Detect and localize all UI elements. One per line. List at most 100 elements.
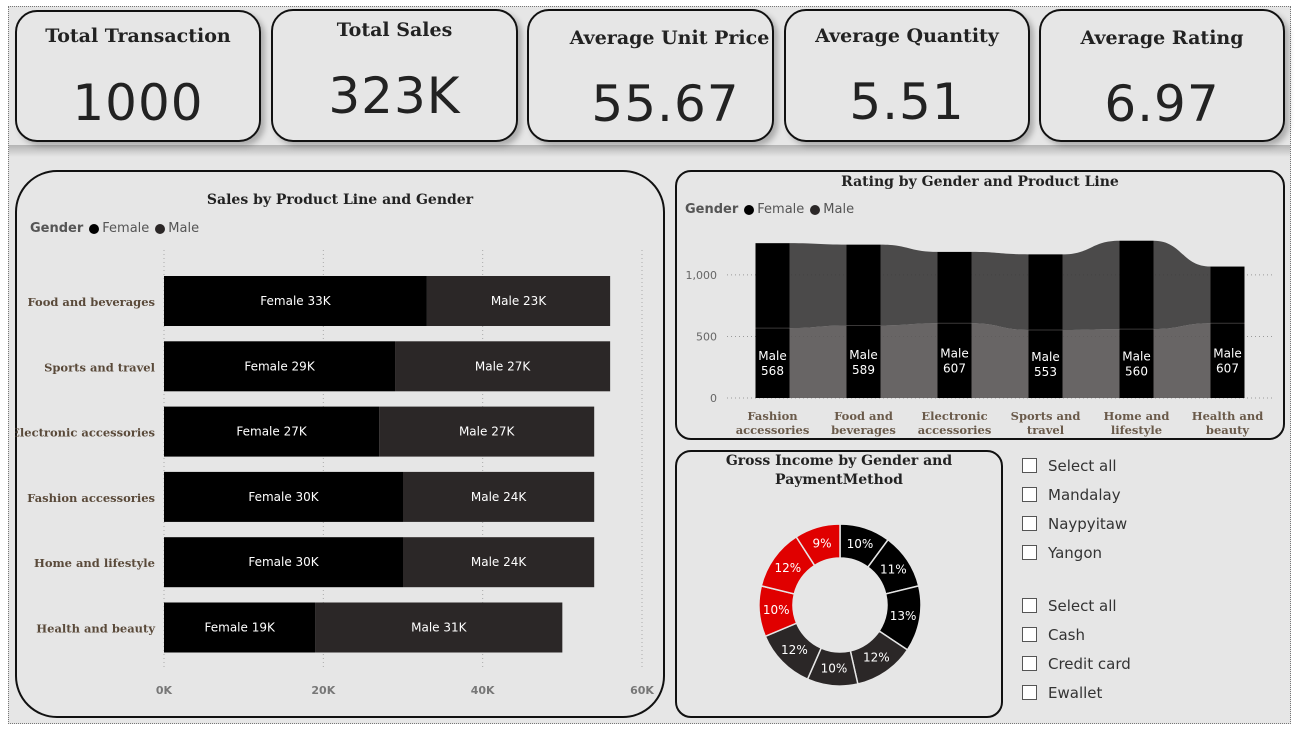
kpi-card-total-transaction: Total Transaction 1000 (15, 10, 261, 142)
slicer-item-select-all[interactable]: Select all (1022, 591, 1131, 620)
column-data-label: 560 (1125, 365, 1148, 379)
slice-data-label: 12% (775, 561, 802, 575)
bar-data-label: Male 27K (475, 359, 532, 373)
checkbox[interactable] (1022, 627, 1037, 642)
slicer-item-cash[interactable]: Cash (1022, 620, 1131, 649)
ribbon-male (880, 323, 938, 398)
bar-data-label: Male 24K (471, 490, 528, 504)
city-slicer: Select all Mandalay Naypyitaw Yangon (1022, 451, 1127, 567)
bar-data-label: Female 27K (236, 425, 307, 439)
category-label: Food and (834, 409, 893, 423)
gross-income-donut-chart: 10% 11% 13% 12% 10% 12% 10% 12% 9% (758, 523, 922, 687)
x-tick-label: 0K (156, 684, 173, 697)
payment-slicer: Select all Cash Credit card Ewallet (1022, 591, 1131, 707)
x-tick-label: 60K (630, 684, 654, 697)
slice-data-label: 12% (863, 651, 890, 665)
category-label: Fashion (747, 409, 798, 423)
rating-ribbon-chart: 05001,000Male568FashionaccessoriesMale58… (686, 240, 1273, 437)
slicer-item-ewallet[interactable]: Ewallet (1022, 678, 1131, 707)
bar-data-label: Male 23K (491, 294, 548, 308)
slice-data-label: 10% (821, 662, 848, 676)
ribbon-female (971, 251, 1029, 330)
slicer-item-select-all[interactable]: Select all (1022, 451, 1127, 480)
slicer-label: Mandalay (1048, 485, 1121, 504)
category-label: Electronic (921, 409, 987, 423)
column-female (846, 244, 881, 326)
kpi-title: Average Rating (1080, 27, 1244, 49)
kpi-card-total-sales: Total Sales 323K (271, 9, 518, 142)
slicer-item-mandalay[interactable]: Mandalay (1022, 480, 1127, 509)
category-label: Health and beauty (36, 622, 155, 636)
checkbox[interactable] (1022, 545, 1037, 560)
kpi-title: Total Transaction (45, 25, 231, 47)
slice-data-label: 10% (763, 603, 790, 617)
column-female (1028, 254, 1063, 330)
y-tick-label: 0 (710, 392, 717, 405)
bar-data-label: Female 30K (248, 555, 319, 569)
column-data-label: 607 (943, 362, 966, 376)
checkbox[interactable] (1022, 458, 1037, 473)
kpi-title: Total Sales (336, 19, 453, 41)
bar-data-label: Male 31K (411, 621, 468, 635)
ribbon-female (880, 244, 938, 326)
category-label: lifestyle (1111, 423, 1162, 437)
ribbon-male (971, 323, 1029, 398)
y-tick-label: 1,000 (686, 269, 718, 282)
slicer-label: Select all (1048, 596, 1117, 615)
kpi-card-average-rating: Average Rating 6.97 (1039, 9, 1285, 142)
bar-data-label: Female 33K (260, 294, 331, 308)
kpi-card-average-quantity: Average Quantity 5.51 (784, 9, 1030, 142)
slicer-label: Credit card (1048, 654, 1131, 673)
slice-data-label: 11% (880, 563, 907, 577)
x-tick-label: 20K (311, 684, 335, 697)
column-data-label: 589 (852, 363, 875, 377)
slicer-item-yangon[interactable]: Yangon (1022, 538, 1127, 567)
kpi-title: Average Unit Price (569, 27, 770, 49)
checkbox[interactable] (1022, 656, 1037, 671)
column-data-label: 568 (761, 364, 784, 378)
column-data-label: Male (1031, 350, 1059, 364)
column-female (1210, 266, 1245, 324)
ribbon-female (789, 243, 847, 329)
kpi-value: 6.97 (1104, 75, 1220, 133)
bar-data-label: Female 30K (248, 490, 319, 504)
kpi-value: 1000 (72, 74, 204, 132)
checkbox[interactable] (1022, 516, 1037, 531)
column-data-label: Male (1213, 347, 1241, 361)
category-label: Sports and (1011, 409, 1081, 423)
slice-data-label: 10% (847, 537, 874, 551)
y-tick-label: 500 (696, 330, 717, 343)
column-female (1119, 240, 1154, 330)
slicer-label: Yangon (1048, 543, 1103, 562)
slicer-label: Naypyitaw (1048, 514, 1128, 533)
column-data-label: Male (1122, 350, 1150, 364)
ribbon-male (789, 325, 847, 398)
column-data-label: 553 (1034, 365, 1057, 379)
ribbon-female (1153, 240, 1211, 330)
category-label: travel (1027, 423, 1065, 437)
category-label: Electronic accessories (15, 426, 155, 440)
category-label: beverages (831, 423, 896, 437)
bar-data-label: Female 19K (205, 621, 276, 635)
kpi-value: 55.67 (591, 75, 740, 133)
column-data-label: Male (940, 347, 968, 361)
x-tick-label: 40K (471, 684, 495, 697)
checkbox[interactable] (1022, 598, 1037, 613)
category-label: Home and lifestyle (34, 556, 155, 570)
category-label: accessories (918, 423, 992, 437)
kpi-title: Average Quantity (815, 25, 999, 47)
kpi-strip-shadow (9, 145, 1290, 157)
slicer-item-credit-card[interactable]: Credit card (1022, 649, 1131, 678)
column-data-label: Male (758, 349, 786, 363)
bar-data-label: Male 27K (459, 425, 516, 439)
kpi-value: 323K (328, 67, 461, 125)
slicer-item-naypyitaw[interactable]: Naypyitaw (1022, 509, 1127, 538)
category-label: Food and beverages (28, 295, 155, 309)
category-label: Health and (1192, 409, 1264, 423)
slicer-label: Select all (1048, 456, 1117, 475)
slice-data-label: 12% (781, 643, 808, 657)
column-female (755, 243, 790, 329)
checkbox[interactable] (1022, 685, 1037, 700)
sales-bar-chart: 0K 20K 40K 60K Food and beverages Female 33K M… (15, 250, 654, 697)
checkbox[interactable] (1022, 487, 1037, 502)
